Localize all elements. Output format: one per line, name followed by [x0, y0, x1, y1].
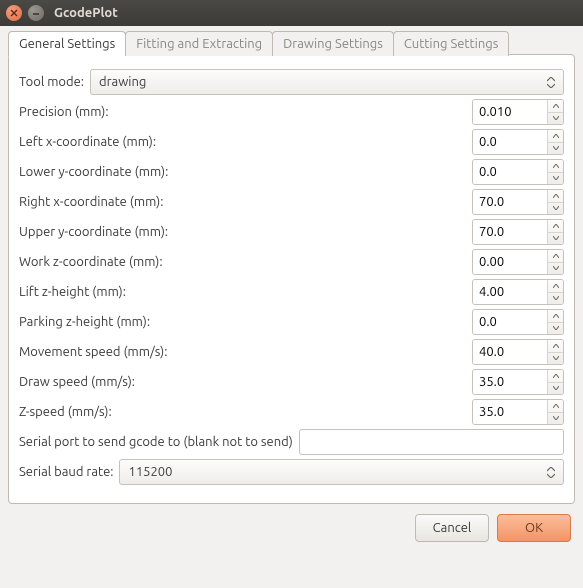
- window-title: GcodePlot: [54, 6, 118, 20]
- row-tool-mode: Tool mode: drawing: [19, 69, 564, 95]
- right-x-input[interactable]: [473, 190, 547, 214]
- chevron-up-icon[interactable]: [548, 100, 563, 112]
- chevron-down-icon[interactable]: [548, 382, 563, 395]
- chevron-down-icon[interactable]: [548, 412, 563, 425]
- move-speed-input[interactable]: [473, 340, 547, 364]
- chevron-up-icon[interactable]: [548, 280, 563, 292]
- chevron-up-icon[interactable]: [548, 220, 563, 232]
- z-speed-input[interactable]: [473, 400, 547, 424]
- label-z-speed: Z-speed (mm/s):: [19, 405, 112, 419]
- chevron-down-icon[interactable]: [548, 202, 563, 215]
- minimize-icon[interactable]: [28, 5, 44, 21]
- label-left-x: Left x-coordinate (mm):: [19, 135, 156, 149]
- move-speed-spin[interactable]: [472, 339, 564, 365]
- draw-speed-input[interactable]: [473, 370, 547, 394]
- upper-y-input[interactable]: [473, 220, 547, 244]
- tab-cutting-settings[interactable]: Cutting Settings: [393, 31, 509, 56]
- label-right-x: Right x-coordinate (mm):: [19, 195, 163, 209]
- tab-general-settings[interactable]: General Settings: [8, 31, 126, 56]
- lift-z-spin[interactable]: [472, 279, 564, 305]
- chevron-up-icon[interactable]: [548, 340, 563, 352]
- row-work-z: Work z-coordinate (mm):: [19, 249, 564, 275]
- chevron-down-icon[interactable]: [548, 112, 563, 125]
- row-upper-y: Upper y-coordinate (mm):: [19, 219, 564, 245]
- park-z-spin[interactable]: [472, 309, 564, 335]
- z-speed-spin[interactable]: [472, 399, 564, 425]
- label-serial-port: Serial port to send gcode to (blank not …: [19, 435, 293, 449]
- precision-spin[interactable]: [472, 99, 564, 125]
- chevron-up-icon[interactable]: [548, 370, 563, 382]
- row-baud-rate: Serial baud rate: 115200: [19, 459, 564, 485]
- tab-panel: General Settings Fitting and Extracting …: [8, 54, 575, 504]
- chevron-down-icon[interactable]: [548, 292, 563, 305]
- row-lower-y: Lower y-coordinate (mm):: [19, 159, 564, 185]
- row-serial-port: Serial port to send gcode to (blank not …: [19, 429, 564, 455]
- tab-drawing-settings[interactable]: Drawing Settings: [272, 31, 394, 56]
- serial-port-input[interactable]: [299, 429, 564, 455]
- row-lift-z: Lift z-height (mm):: [19, 279, 564, 305]
- baud-rate-value: 115200: [128, 465, 172, 479]
- left-x-input[interactable]: [473, 130, 547, 154]
- chevron-updown-icon: [547, 460, 557, 484]
- park-z-input[interactable]: [473, 310, 547, 334]
- cancel-button[interactable]: Cancel: [415, 514, 489, 542]
- label-lift-z: Lift z-height (mm):: [19, 285, 126, 299]
- tab-bar: General Settings Fitting and Extracting …: [8, 31, 508, 56]
- row-move-speed: Movement speed (mm/s):: [19, 339, 564, 365]
- chevron-down-icon[interactable]: [548, 262, 563, 275]
- draw-speed-spin[interactable]: [472, 369, 564, 395]
- window-body: General Settings Fitting and Extracting …: [0, 26, 583, 554]
- chevron-up-icon[interactable]: [548, 130, 563, 142]
- chevron-down-icon[interactable]: [548, 172, 563, 185]
- close-icon[interactable]: [6, 5, 22, 21]
- chevron-down-icon[interactable]: [548, 142, 563, 155]
- chevron-up-icon[interactable]: [548, 160, 563, 172]
- lower-y-input[interactable]: [473, 160, 547, 184]
- chevron-down-icon[interactable]: [548, 352, 563, 365]
- ok-button[interactable]: OK: [497, 514, 571, 542]
- chevron-down-icon[interactable]: [548, 232, 563, 245]
- right-x-spin[interactable]: [472, 189, 564, 215]
- upper-y-spin[interactable]: [472, 219, 564, 245]
- left-x-spin[interactable]: [472, 129, 564, 155]
- titlebar: GcodePlot: [0, 0, 583, 26]
- row-precision: Precision (mm):: [19, 99, 564, 125]
- label-precision: Precision (mm):: [19, 105, 109, 119]
- lift-z-input[interactable]: [473, 280, 547, 304]
- label-draw-speed: Draw speed (mm/s):: [19, 375, 135, 389]
- lower-y-spin[interactable]: [472, 159, 564, 185]
- label-park-z: Parking z-height (mm):: [19, 315, 150, 329]
- tab-fitting-extracting[interactable]: Fitting and Extracting: [125, 31, 273, 56]
- chevron-up-icon[interactable]: [548, 400, 563, 412]
- baud-rate-combo[interactable]: 115200: [119, 459, 564, 485]
- tool-mode-combo[interactable]: drawing: [90, 69, 564, 95]
- label-baud-rate: Serial baud rate:: [19, 465, 113, 479]
- chevron-up-icon[interactable]: [548, 310, 563, 322]
- precision-input[interactable]: [473, 100, 547, 124]
- label-tool-mode: Tool mode:: [19, 75, 84, 89]
- chevron-up-icon[interactable]: [548, 190, 563, 202]
- dialog-footer: Cancel OK: [8, 504, 575, 546]
- chevron-updown-icon: [547, 70, 557, 94]
- row-left-x: Left x-coordinate (mm):: [19, 129, 564, 155]
- row-park-z: Parking z-height (mm):: [19, 309, 564, 335]
- row-z-speed: Z-speed (mm/s):: [19, 399, 564, 425]
- work-z-spin[interactable]: [472, 249, 564, 275]
- label-upper-y: Upper y-coordinate (mm):: [19, 225, 168, 239]
- chevron-down-icon[interactable]: [548, 322, 563, 335]
- label-move-speed: Movement speed (mm/s):: [19, 345, 167, 359]
- tool-mode-value: drawing: [99, 75, 146, 89]
- label-lower-y: Lower y-coordinate (mm):: [19, 165, 168, 179]
- row-right-x: Right x-coordinate (mm):: [19, 189, 564, 215]
- chevron-up-icon[interactable]: [548, 250, 563, 262]
- work-z-input[interactable]: [473, 250, 547, 274]
- label-work-z: Work z-coordinate (mm):: [19, 255, 163, 269]
- row-draw-speed: Draw speed (mm/s):: [19, 369, 564, 395]
